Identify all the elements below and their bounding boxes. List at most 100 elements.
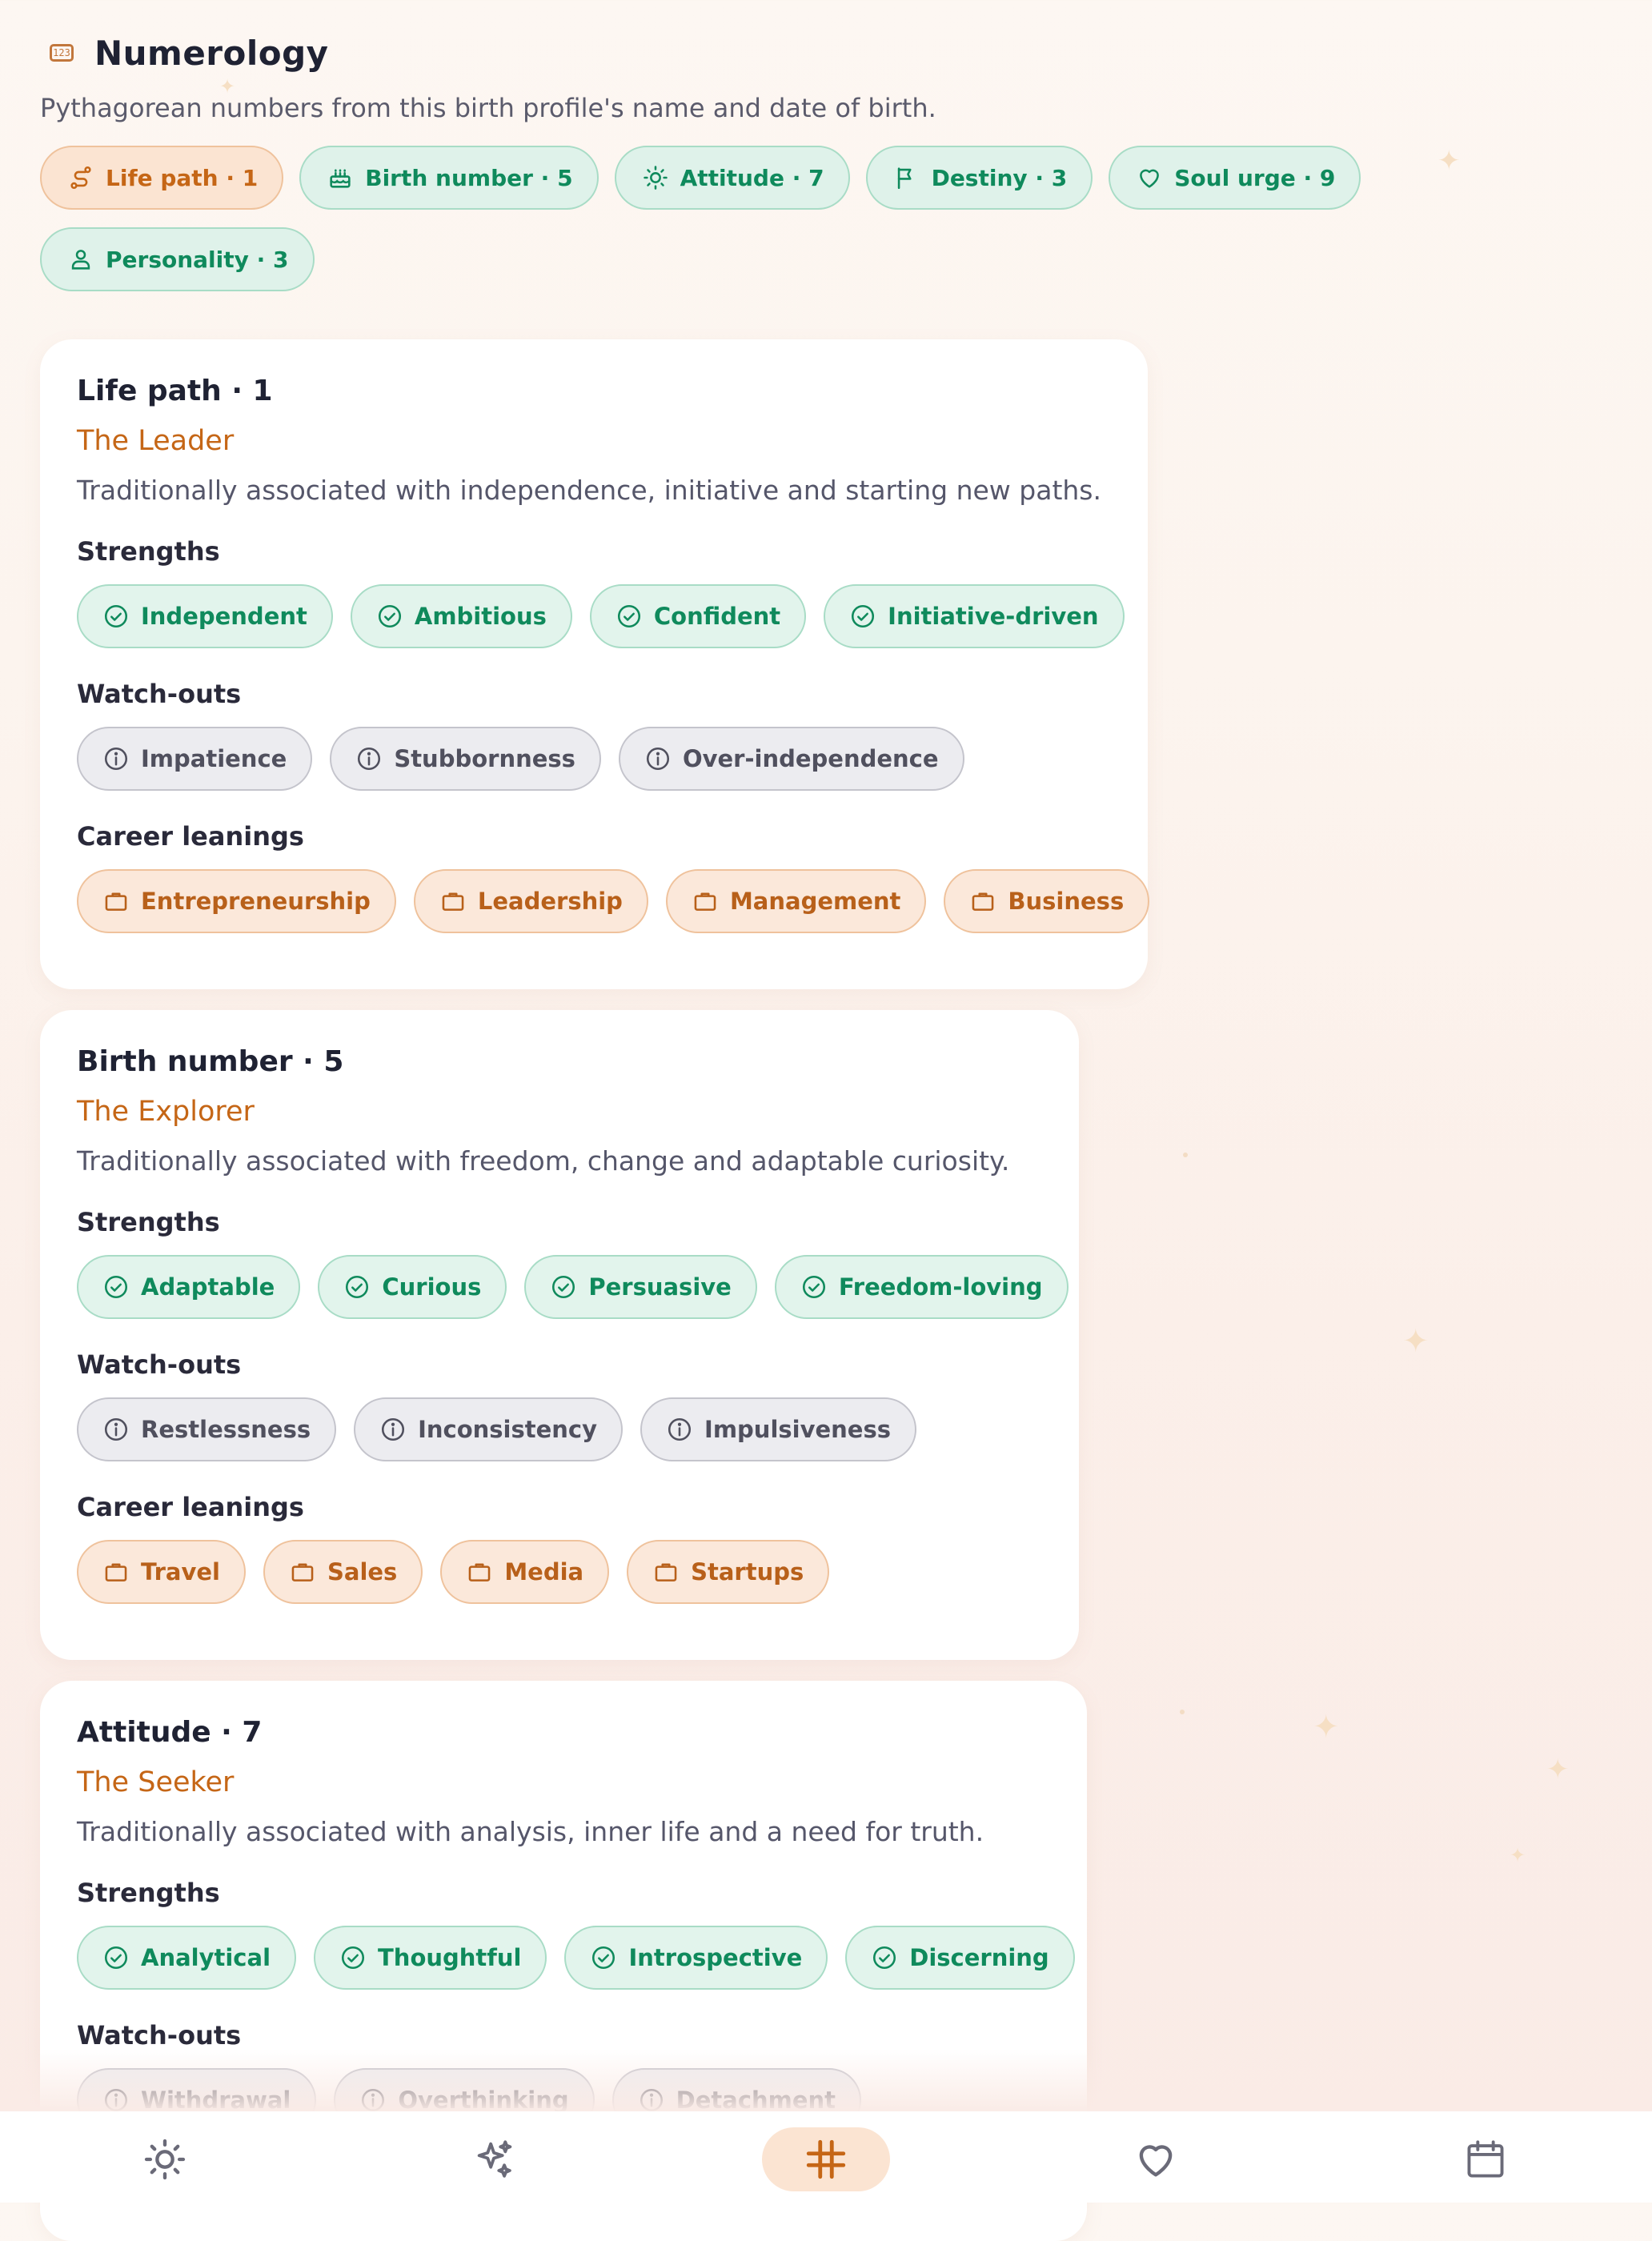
watchout-chip: Stubbornness (330, 727, 601, 791)
tab-personality[interactable]: Personality · 3 (40, 227, 315, 291)
strength-chip: Persuasive (524, 1255, 757, 1319)
check-circle-icon (376, 603, 403, 630)
strength-chip: Independent (77, 584, 333, 648)
heart-icon (1136, 164, 1163, 191)
career-chip-label: Startups (691, 1558, 804, 1586)
briefcase-icon (466, 1558, 493, 1586)
sparkle-decoration: ✦ (1546, 1754, 1570, 1786)
career-chip-label: Business (1008, 888, 1125, 915)
info-icon (102, 745, 130, 772)
sun-icon (142, 2136, 188, 2183)
card-description: Traditionally associated with independen… (77, 475, 1101, 506)
numbers-icon: 123 (50, 44, 74, 62)
careers-label: Career leanings (77, 1492, 304, 1522)
career-chip: Business (944, 869, 1150, 933)
briefcase-icon (692, 888, 719, 915)
strength-chip-label: Confident (653, 603, 781, 630)
careers-chips: Entrepreneurship Leadership Management Busi… (77, 869, 1150, 933)
nav-sparkles[interactable] (431, 2127, 559, 2191)
bottom-fade (0, 2049, 1652, 2113)
card-archetype: The Seeker (77, 1766, 235, 1798)
watchout-chip-label: Restlessness (141, 1416, 311, 1443)
watchouts-chips: Restlessness Inconsistency Impulsiveness (77, 1397, 1042, 1461)
briefcase-icon (102, 888, 130, 915)
watchouts-chips: Impatience Stubbornness Over-independence (77, 727, 1111, 791)
check-circle-icon (343, 1273, 371, 1301)
tab-soul-urge[interactable]: Soul urge · 9 (1109, 146, 1361, 210)
strengths-chips: Adaptable Curious Persuasive Freedom-loving (77, 1255, 1069, 1319)
page-subtitle: Pythagorean numbers from this birth prof… (40, 93, 936, 123)
career-chip: Management (665, 869, 927, 933)
info-icon (355, 745, 383, 772)
check-circle-icon (849, 603, 876, 630)
card-archetype: The Explorer (77, 1096, 255, 1128)
watchouts-label: Watch-outs (77, 679, 242, 709)
info-icon (379, 1416, 407, 1443)
numerology-page: 123 Numerology Pythagorean numbers from … (40, 29, 1609, 291)
flag-icon (893, 164, 920, 191)
sparkle-decoration: ✦ (1313, 1709, 1340, 1746)
career-chip: Startups (627, 1540, 830, 1604)
sparkle-decoration: ✦ (1510, 1844, 1526, 1866)
strength-chip: Confident (589, 584, 807, 648)
watchout-chip-label: Inconsistency (418, 1416, 598, 1443)
tab-label: Life path · 1 (106, 164, 259, 191)
heart-icon (1133, 2136, 1179, 2183)
tab-attitude[interactable]: Attitude · 7 (614, 146, 850, 210)
number-card-life-path: Life path · 1 The Leader Traditionally ass… (40, 339, 1150, 989)
check-circle-icon (615, 603, 643, 630)
briefcase-icon (652, 1558, 680, 1586)
watchout-chip: Impulsiveness (640, 1397, 916, 1461)
tab-birth-number[interactable]: Birth number · 5 (299, 146, 599, 210)
tab-label: Attitude · 7 (680, 164, 824, 191)
tab-life-path[interactable]: Life path · 1 (40, 146, 284, 210)
page-header: 123 Numerology (50, 29, 1609, 77)
path-icon (67, 164, 94, 191)
info-icon (666, 1416, 693, 1443)
card-description: Traditionally associated with analysis, … (77, 1816, 984, 1847)
nav-grid[interactable] (762, 2127, 890, 2191)
check-circle-icon (339, 1944, 367, 1971)
card-title: Attitude · 7 (77, 1716, 263, 1749)
careers-label: Career leanings (77, 821, 304, 852)
watchout-chip-label: Over-independence (682, 745, 939, 772)
strength-chip: Ambitious (350, 584, 572, 648)
cake-icon (327, 164, 354, 191)
check-circle-icon (102, 603, 130, 630)
strengths-chips: Independent Ambitious Confident Initiative-… (77, 584, 1125, 648)
career-chip-label: Sales (327, 1558, 398, 1586)
strength-chip: Analytical (77, 1926, 297, 1990)
strength-chip-label: Ambitious (414, 603, 547, 630)
strength-chip-label: Independent (141, 603, 307, 630)
career-chip-label: Entrepreneurship (141, 888, 371, 915)
watchout-chip: Inconsistency (354, 1397, 624, 1461)
nav-calendar[interactable] (1421, 2127, 1550, 2191)
strength-chip-label: Curious (382, 1273, 482, 1301)
calendar-icon (1462, 2136, 1509, 2183)
watchouts-label: Watch-outs (77, 2020, 242, 2051)
careers-chips: Travel Sales Media Startups (77, 1540, 1042, 1604)
watchout-chip-label: Impatience (141, 745, 287, 772)
career-chip: Leadership (413, 869, 648, 933)
tab-destiny[interactable]: Destiny · 3 (865, 146, 1093, 210)
strength-chip-label: Analytical (141, 1944, 271, 1971)
nav-heart[interactable] (1092, 2127, 1220, 2191)
grid-icon (803, 2136, 849, 2183)
sparkles-icon (471, 2136, 518, 2183)
strength-chip: Freedom-loving (774, 1255, 1069, 1319)
tab-label: Destiny · 3 (931, 164, 1068, 191)
watchout-chip-label: Stubbornness (394, 745, 575, 772)
briefcase-icon (969, 888, 996, 915)
watchout-chip-label: Impulsiveness (704, 1416, 891, 1443)
strength-chip-label: Discerning (909, 1944, 1049, 1971)
nav-sun[interactable] (101, 2127, 229, 2191)
watchout-chip: Impatience (77, 727, 313, 791)
strengths-label: Strengths (77, 1207, 220, 1237)
tab-label: Personality · 3 (106, 246, 289, 273)
career-chip: Entrepreneurship (77, 869, 396, 933)
strength-chip: Discerning (845, 1926, 1075, 1990)
strength-chip-label: Adaptable (141, 1273, 275, 1301)
strength-chip: Thoughtful (314, 1926, 547, 1990)
card-title: Birth number · 5 (77, 1045, 344, 1078)
numbers-icon-text: 123 (53, 47, 70, 58)
